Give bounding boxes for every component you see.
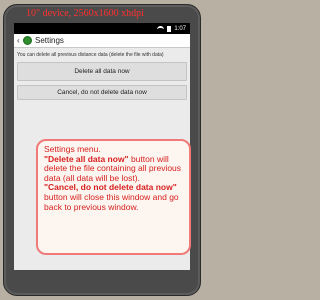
annotation-cancel-paragraph: "Cancel, do not delete data now" button … [44, 183, 184, 212]
battery-icon [167, 25, 172, 32]
settings-content: You can delete all previous distance dat… [14, 48, 190, 100]
status-time: 1:07 [174, 25, 186, 32]
delete-all-data-button[interactable]: Delete all data now [17, 62, 187, 81]
description-text: You can delete all previous distance dat… [17, 52, 164, 58]
annotation-callout: Settings menu. "Delete all data now" but… [36, 139, 191, 255]
annotation-delete-term: "Delete all data now" [44, 153, 129, 164]
app-icon[interactable] [23, 36, 32, 45]
action-bar: ‹ Settings [14, 34, 190, 48]
back-chevron-icon[interactable]: ‹ [17, 36, 22, 45]
annotation-delete-paragraph: "Delete all data now" button will delete… [44, 153, 184, 184]
annotation-cancel-text: button will close this window and go bac… [44, 191, 179, 212]
cancel-button[interactable]: Cancel, do not delete data now [17, 85, 187, 100]
page-title: Settings [35, 36, 64, 45]
status-bar: 1:07 [14, 23, 190, 34]
annotation-cancel-term: "Cancel, do not delete data now" [44, 182, 177, 193]
wifi-icon [157, 25, 165, 32]
device-caption: 10" device, 2560x1600 xhdpi [26, 8, 144, 19]
